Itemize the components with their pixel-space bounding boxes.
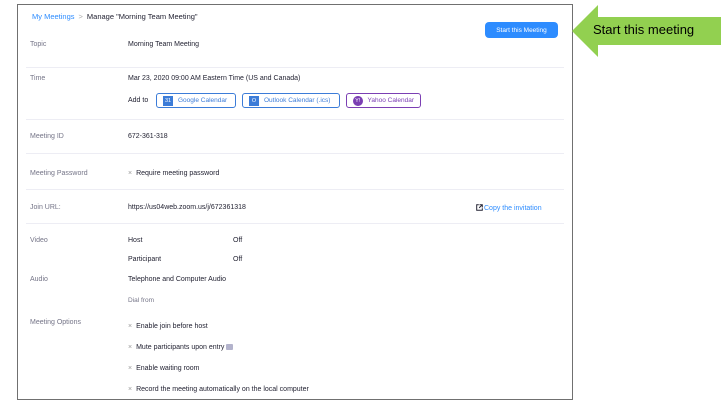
copy-icon: [476, 204, 483, 211]
disabled-x-icon: ×: [128, 344, 133, 351]
join-url-value: https://us04web.zoom.us/j/672361318: [128, 204, 246, 211]
breadcrumb: My Meetings > Manage "Morning Team Meeting…: [32, 12, 198, 21]
breadcrumb-current: Manage "Morning Team Meeting": [86, 12, 198, 21]
google-calendar-icon: 31: [163, 95, 173, 106]
option-label: Enable join before host: [136, 323, 208, 330]
copy-invitation-link[interactable]: Copy the invitation: [476, 204, 542, 212]
disabled-x-icon: ×: [128, 386, 133, 393]
disabled-x-icon: ×: [128, 323, 133, 330]
option-join-before-host: × Enable join before host: [128, 323, 208, 330]
yahoo-calendar-button[interactable]: Y! Yahoo Calendar: [346, 93, 421, 108]
info-icon[interactable]: [226, 344, 234, 351]
meeting-id-label: Meeting ID: [30, 133, 64, 140]
meeting-id-value: 672-361-318: [128, 133, 168, 140]
audio-value: Telephone and Computer Audio: [128, 276, 227, 283]
topic-label: Topic: [30, 41, 47, 48]
password-value: × Require meeting password: [128, 170, 219, 177]
video-host-value: Off: [233, 237, 243, 244]
option-mute-on-entry: × Mute participants upon entry: [128, 344, 234, 351]
yahoo-calendar-icon: Y!: [353, 95, 363, 106]
disabled-x-icon: ×: [128, 170, 133, 177]
option-label: Mute participants upon entry: [136, 344, 225, 351]
breadcrumb-my-meetings-link[interactable]: My Meetings: [32, 12, 75, 21]
google-calendar-label: Google Calendar: [178, 97, 228, 104]
video-label: Video: [30, 237, 48, 244]
topic-value: Morning Team Meeting: [128, 41, 200, 48]
option-label: Record the meeting automatically on the …: [136, 386, 309, 393]
add-to-label: Add to: [128, 97, 149, 104]
video-participant-value: Off: [233, 256, 243, 263]
outlook-calendar-button[interactable]: O Outlook Calendar (.ics): [242, 93, 340, 108]
callout-text: Start this meeting: [593, 22, 695, 37]
password-text: Require meeting password: [136, 170, 220, 177]
meeting-options-label: Meeting Options: [30, 319, 81, 326]
option-auto-record: × Record the meeting automatically on the…: [128, 386, 309, 393]
breadcrumb-separator: >: [78, 12, 83, 21]
join-url-label: Join URL:: [30, 204, 61, 211]
copy-invitation-label: Copy the invitation: [484, 205, 542, 212]
time-label: Time: [30, 75, 46, 82]
meeting-details-panel: My Meetings > Manage "Morning Team Meeting…: [17, 4, 573, 400]
google-calendar-button[interactable]: 31 Google Calendar: [156, 93, 236, 108]
option-label: Enable waiting room: [136, 365, 200, 372]
outlook-calendar-label: Outlook Calendar (.ics): [264, 97, 331, 104]
outlook-calendar-icon: O: [249, 95, 259, 106]
topic-row: [26, 27, 564, 68]
password-label: Meeting Password: [30, 170, 88, 177]
dial-from-label: Dial from: [128, 297, 155, 304]
option-waiting-room: × Enable waiting room: [128, 365, 200, 372]
disabled-x-icon: ×: [128, 365, 133, 372]
audio-label: Audio: [30, 276, 48, 283]
time-value: Mar 23, 2020 09:00 AM Eastern Time (US a…: [128, 75, 301, 82]
video-host-label: Host: [128, 237, 143, 244]
password-row: [26, 153, 564, 190]
video-participant-label: Participant: [128, 256, 162, 263]
meeting-id-row: [26, 119, 564, 154]
yahoo-calendar-label: Yahoo Calendar: [367, 97, 415, 104]
